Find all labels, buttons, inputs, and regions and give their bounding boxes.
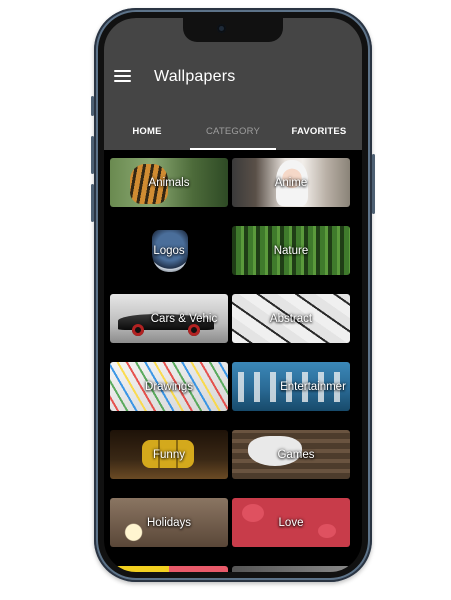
category-label: Logos — [153, 244, 185, 257]
category-tile-nature[interactable]: Nature — [232, 226, 350, 275]
tab-favorites[interactable]: FAVORITES — [276, 118, 362, 150]
tab-bar: HOME CATEGORY FAVORITES — [104, 118, 362, 150]
front-camera — [217, 24, 226, 33]
power-button — [372, 154, 375, 214]
category-tile-entertainment[interactable]: Entertainmer — [232, 362, 350, 411]
category-label: Entertainmer — [280, 380, 346, 393]
category-tile-partial-left[interactable] — [110, 566, 228, 572]
app-screen: Wallpapers HOME CATEGORY FAVORITES Anima… — [104, 18, 362, 572]
category-tile-holidays[interactable]: Holidays — [110, 498, 228, 547]
category-tile-abstract[interactable]: Abstract — [232, 294, 350, 343]
category-tile-funny[interactable]: Funny — [110, 430, 228, 479]
category-label: Nature — [273, 244, 309, 257]
tab-category-label: CATEGORY — [205, 126, 261, 137]
hearts-image — [318, 524, 336, 538]
category-tile-anime[interactable]: Anime — [232, 158, 350, 207]
tab-indicator — [190, 148, 276, 150]
category-label: Cars & Vehic — [150, 312, 218, 325]
notch — [183, 18, 283, 42]
category-tile-partial-right[interactable] — [232, 566, 350, 572]
category-label: Anime — [274, 176, 308, 189]
category-label: Games — [277, 448, 315, 461]
category-label: Holidays — [146, 516, 192, 529]
mute-switch — [91, 96, 94, 116]
category-grid: Animals Anime Logos Nature Cars & Vehic … — [110, 158, 356, 572]
volume-down-button — [91, 184, 94, 222]
category-label: Funny — [153, 448, 185, 461]
phone-frame: Wallpapers HOME CATEGORY FAVORITES Anima… — [91, 8, 375, 582]
screen-bezel: Wallpapers HOME CATEGORY FAVORITES Anima… — [98, 12, 368, 578]
category-tile-logos[interactable]: Logos — [110, 226, 228, 275]
category-tile-drawings[interactable]: Drawings — [110, 362, 228, 411]
tab-favorites-label: FAVORITES — [291, 126, 347, 137]
category-label: Animals — [148, 176, 190, 189]
category-tile-animals[interactable]: Animals — [110, 158, 228, 207]
tab-category[interactable]: CATEGORY — [190, 118, 276, 150]
tab-home[interactable]: HOME — [104, 118, 190, 150]
category-tile-cars[interactable]: Cars & Vehic — [110, 294, 228, 343]
volume-up-button — [91, 136, 94, 174]
category-label: Drawings — [145, 380, 193, 393]
category-tile-love[interactable]: Love — [232, 498, 350, 547]
hearts-image — [242, 504, 264, 522]
category-label: Love — [278, 516, 304, 529]
wheel-image — [132, 324, 144, 336]
menu-icon[interactable] — [114, 70, 131, 83]
app-title: Wallpapers — [154, 68, 236, 85]
category-tile-games[interactable]: Games — [232, 430, 350, 479]
category-label: Abstract — [269, 312, 313, 325]
tab-home-label: HOME — [132, 126, 162, 137]
wheel-image — [188, 324, 200, 336]
